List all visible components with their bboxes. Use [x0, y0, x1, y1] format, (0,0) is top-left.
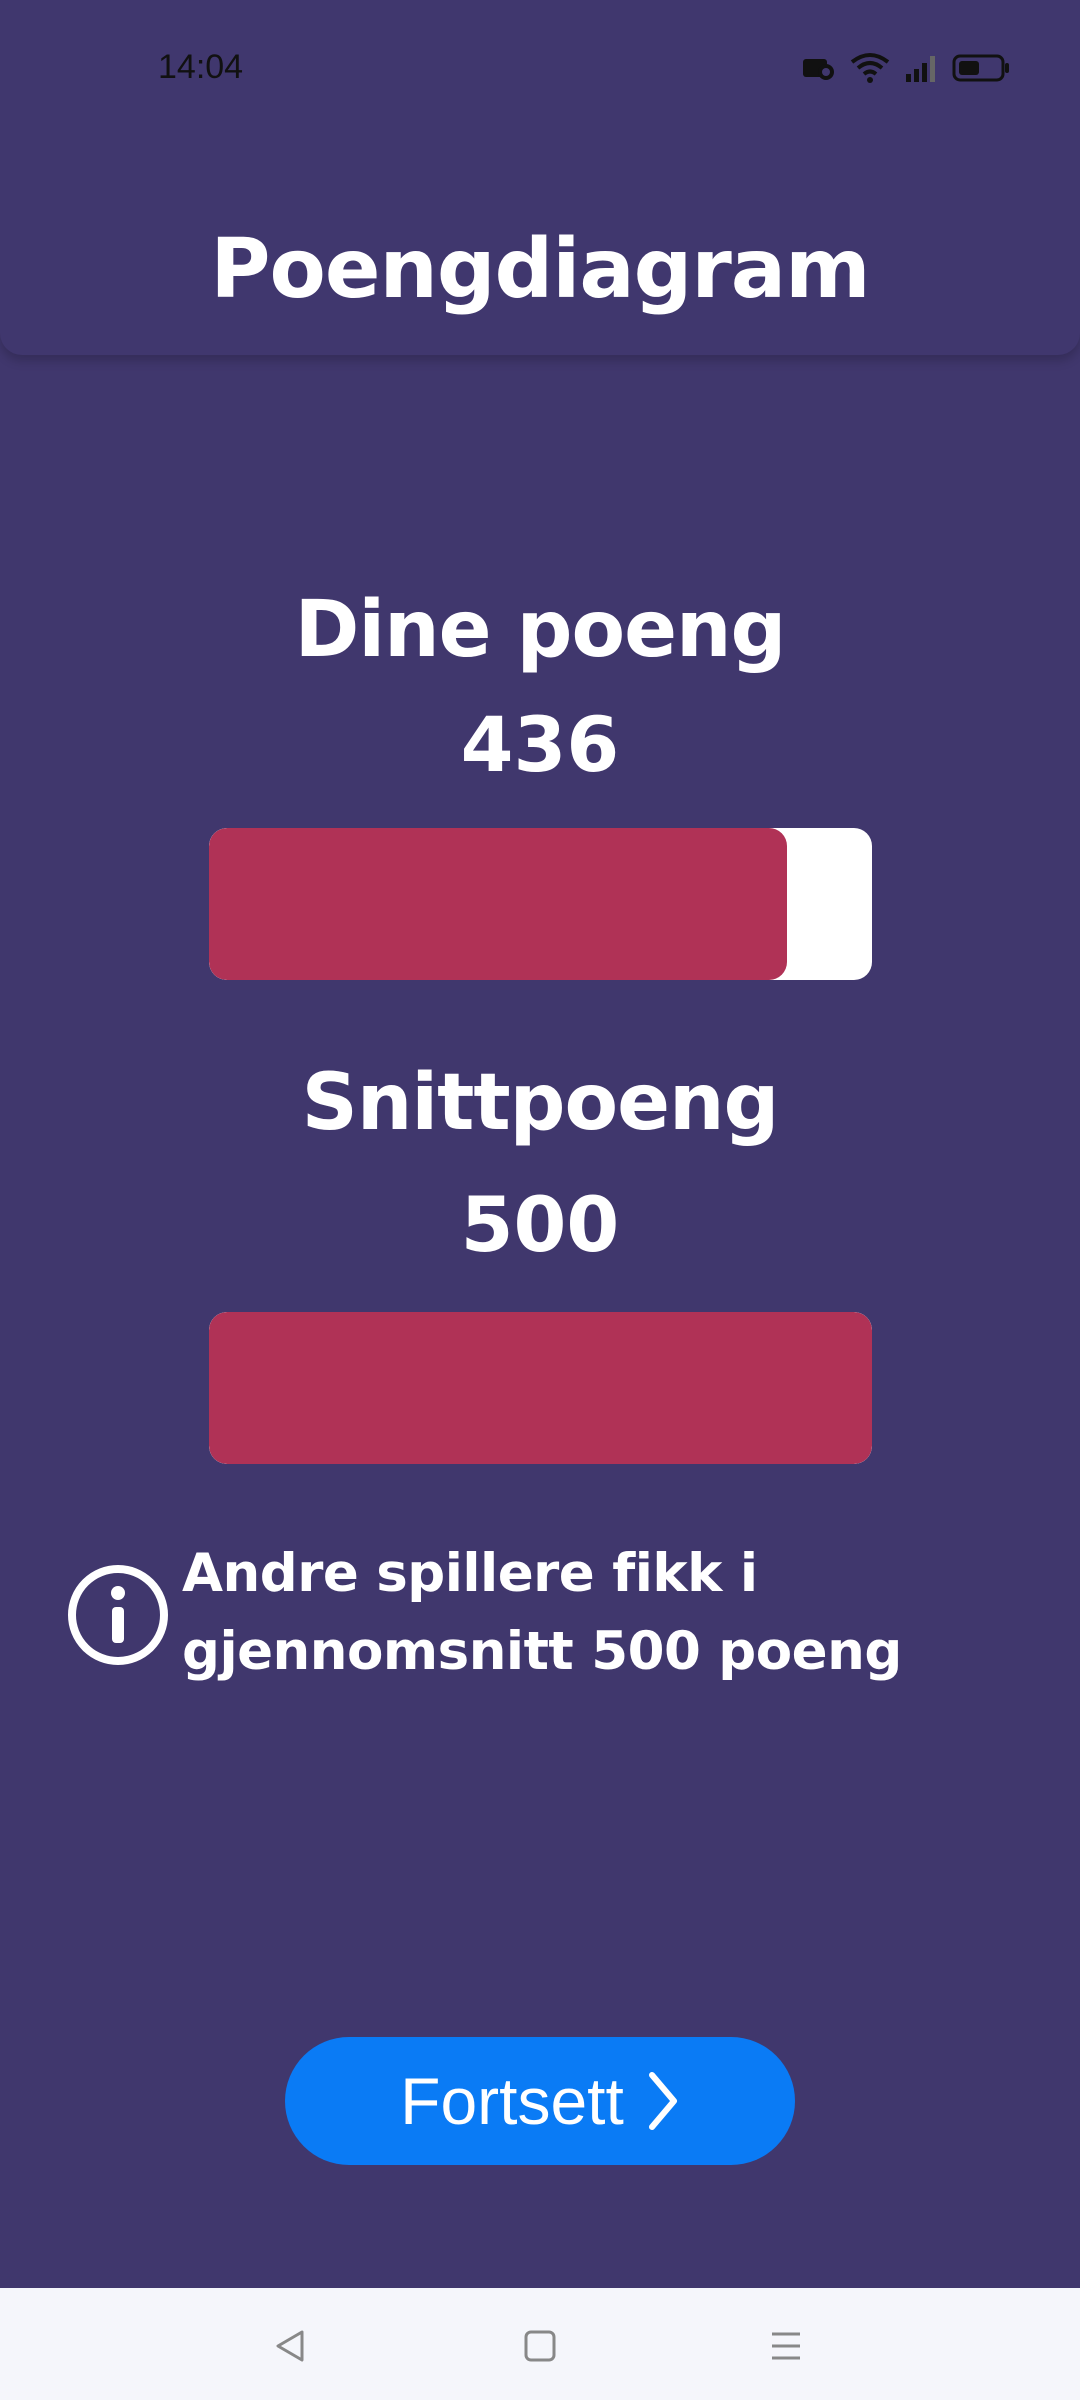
info-text: Andre spillere fikk i gjennomsnitt 500 p… — [182, 1543, 902, 1682]
wifi-icon — [850, 52, 890, 84]
average-score-value: 500 — [460, 1180, 620, 1269]
menu-icon[interactable] — [756, 2316, 816, 2376]
chevron-right-icon — [646, 2071, 680, 2131]
home-icon[interactable] — [510, 2316, 570, 2376]
continue-label: Fortsett — [400, 2064, 624, 2138]
signal-icon — [904, 54, 938, 82]
continue-button[interactable]: Fortsett — [285, 2037, 795, 2165]
average-score-bar-fill — [209, 1312, 872, 1464]
your-score-bar-fill — [209, 828, 788, 980]
back-icon[interactable] — [260, 2316, 320, 2376]
status-time: 14:04 — [158, 48, 244, 86]
status-icons — [802, 50, 1010, 86]
battery-icon — [952, 54, 1010, 82]
your-score-label: Dine poeng — [294, 585, 787, 675]
your-score-value: 436 — [460, 700, 620, 789]
app-header: 14:04 Poengdiagram — [0, 0, 1080, 355]
system-navigation-bar — [0, 2288, 1080, 2400]
average-score-bar — [209, 1312, 872, 1464]
info-icon — [66, 1563, 170, 1667]
page-title: Poengdiagram — [210, 222, 870, 317]
screen-record-icon — [802, 55, 836, 81]
your-score-bar — [209, 828, 872, 980]
score-chart-screen: 14:04 Poengdiagram Dine poeng 436 Snittp… — [0, 0, 1080, 2400]
average-score-label: Snittpoeng — [301, 1058, 780, 1148]
